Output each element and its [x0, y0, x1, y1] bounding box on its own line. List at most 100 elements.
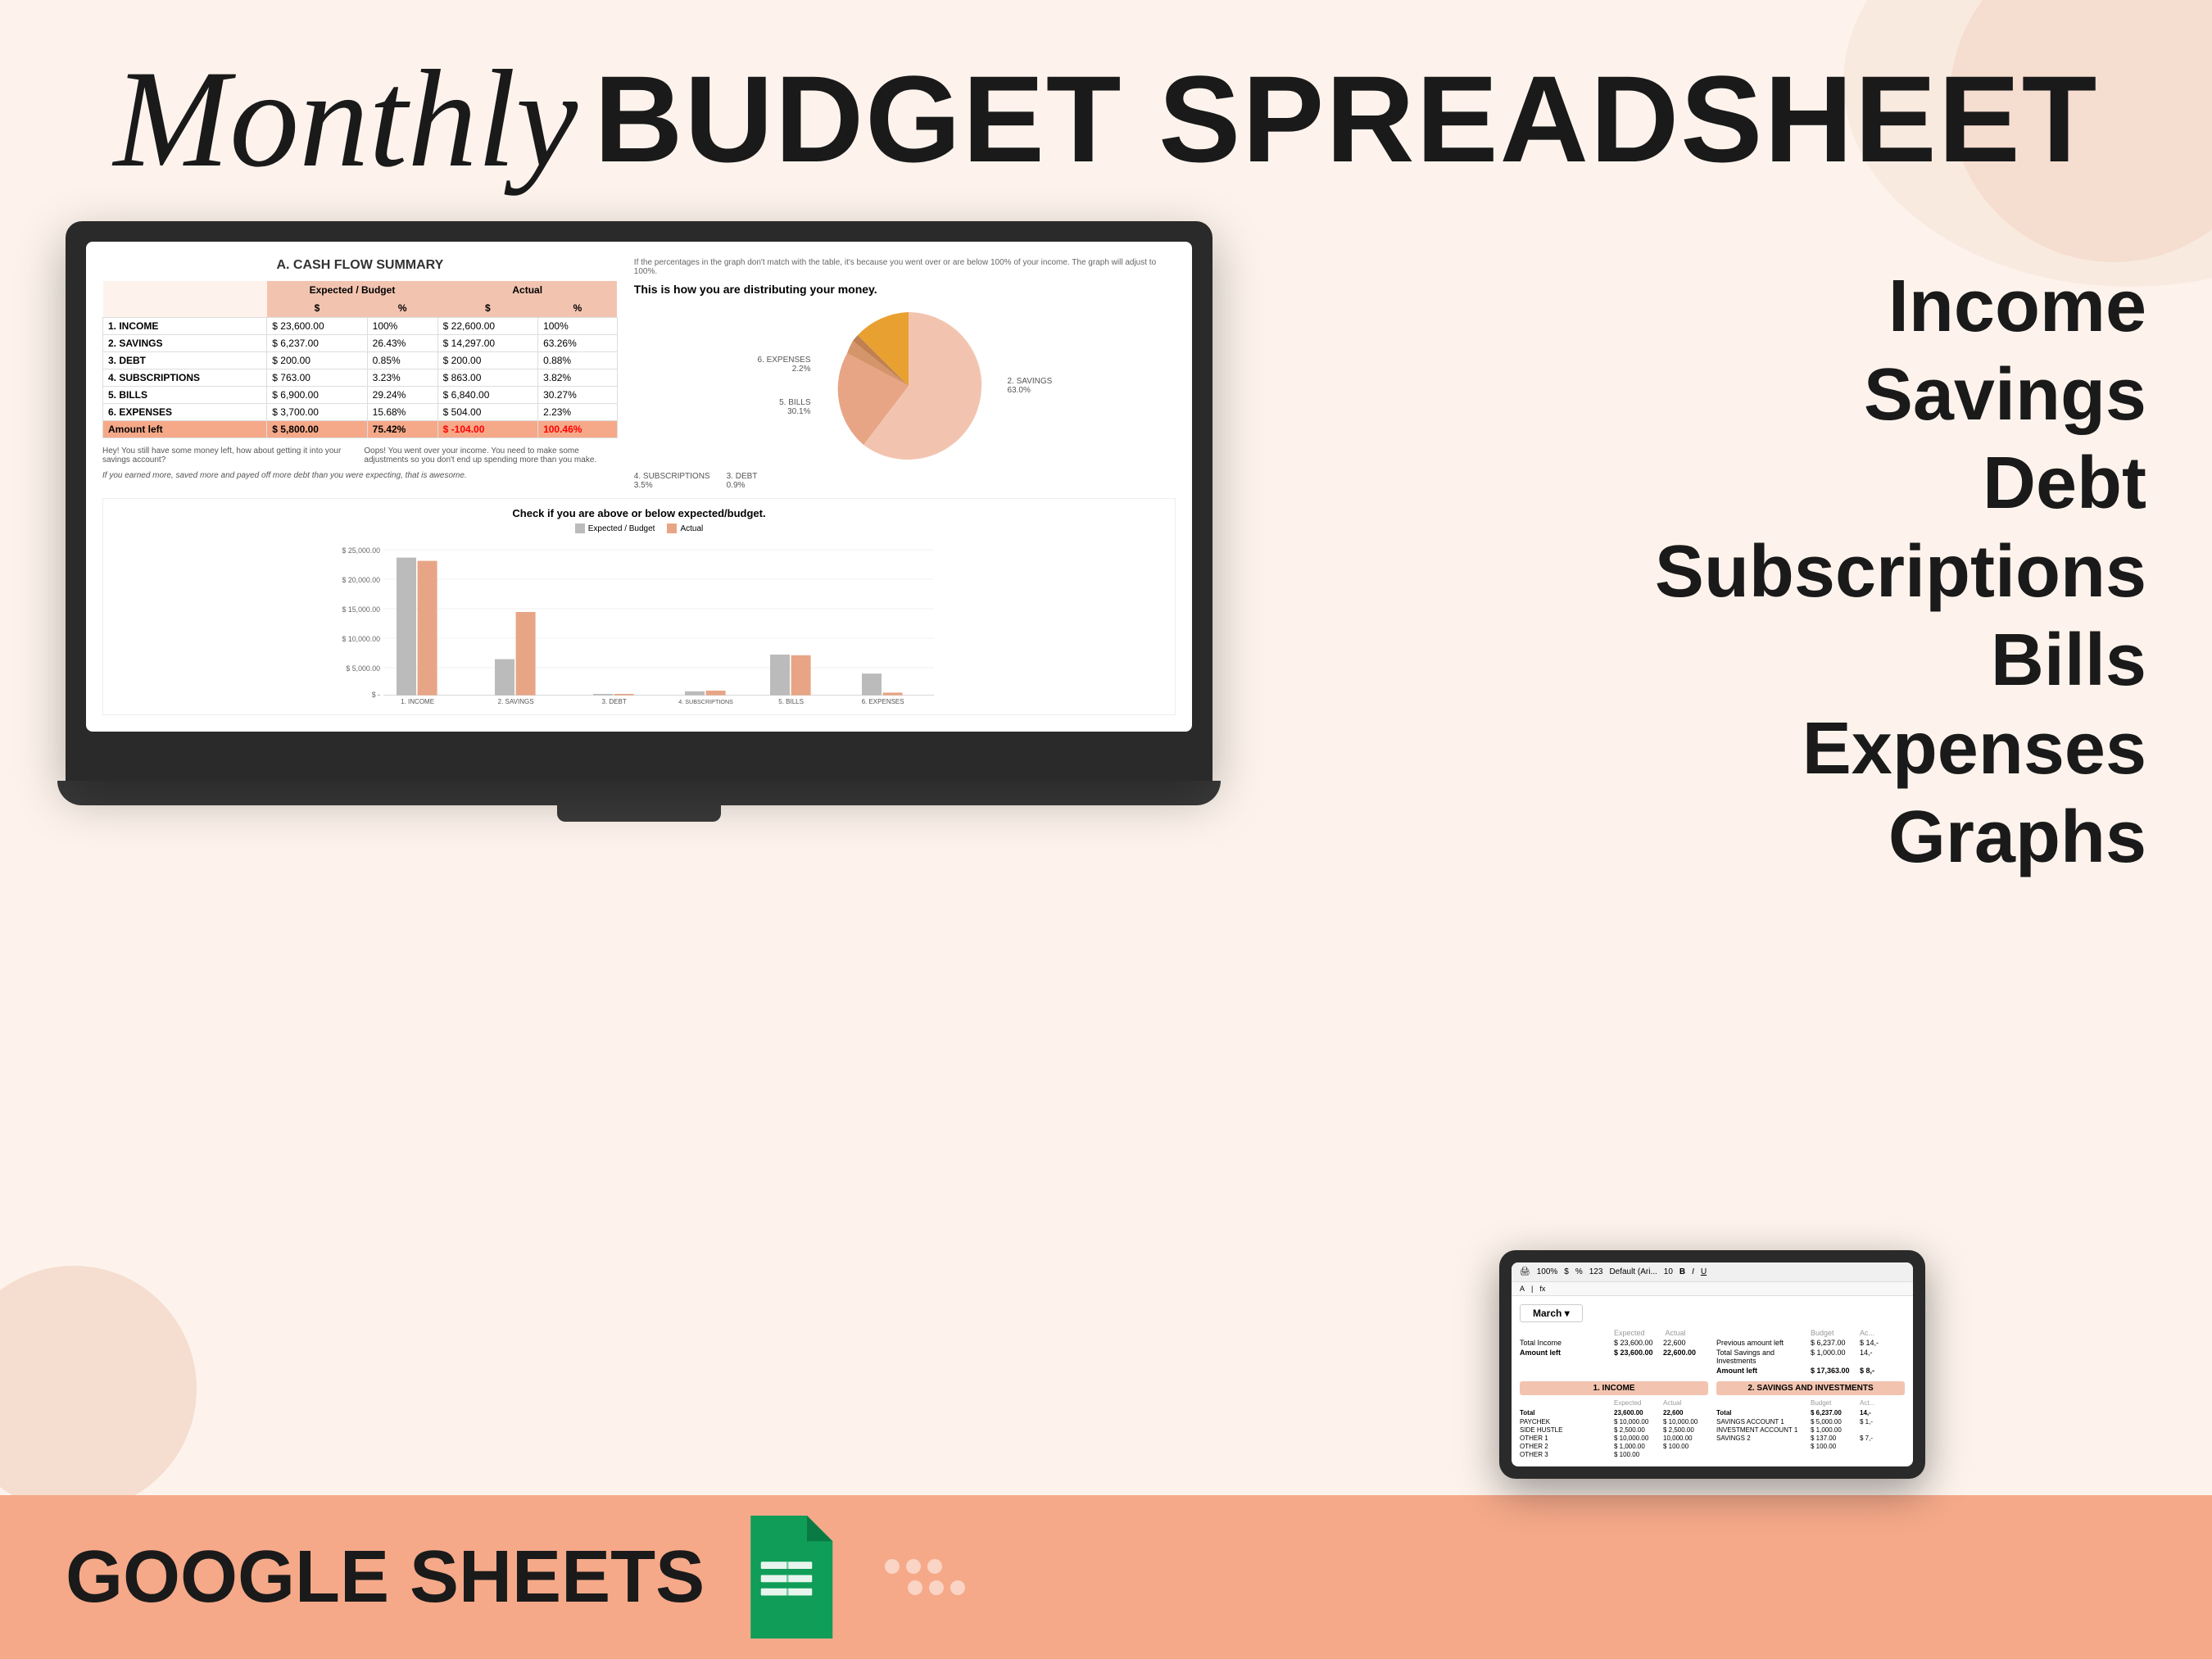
savings-exp-val: $ 6,237.00 — [267, 335, 367, 352]
pie-label-debt-bottom: 3. DEBT0.9% — [727, 472, 758, 490]
summary-right-headers: Budget Ac... — [1716, 1329, 1905, 1337]
gs-fold — [807, 1516, 832, 1541]
toolbar-zoom: 100% — [1537, 1267, 1558, 1276]
subs-exp-val: $ 763.00 — [267, 369, 367, 387]
income-row-other1: OTHER 1 $ 10,000.00 10,000.00 — [1520, 1435, 1708, 1442]
table-row: 5. BILLS $ 6,900.00 29.24% $ 6,840.00 30… — [103, 387, 618, 404]
cf-sub-dollar-exp: $ — [267, 299, 367, 318]
bar-chart-legend: Expected / Budget Actual — [111, 524, 1167, 533]
amount-left-tablet-exp: $ 23,600.00 — [1614, 1349, 1659, 1357]
header: Monthly BUDGET SPREADSHEET — [0, 0, 2212, 205]
income-col-headers: Expected Actual — [1520, 1399, 1708, 1407]
dot-4 — [908, 1580, 922, 1595]
expenses-act-val: $ 504.00 — [437, 404, 537, 421]
savings-total-budget: $ 6,237.00 — [1811, 1409, 1856, 1416]
savings-4-budget: $ 100.00 — [1811, 1443, 1856, 1450]
bar-expenses-exp — [862, 673, 882, 695]
income-other2-exp: $ 1,000.00 — [1614, 1443, 1659, 1450]
legend-box-actual — [667, 524, 677, 533]
ic-label — [1520, 1399, 1610, 1407]
sr-act: Ac... — [1860, 1329, 1905, 1337]
gs-col-divider — [786, 1562, 789, 1595]
summary-headers: Expected Actual — [1520, 1329, 1708, 1337]
bar-chart-svg: $ 25,000.00 $ 20,000.00 $ 15,000.00 $ 10… — [111, 540, 1167, 704]
pie-chart-svg — [827, 304, 990, 468]
tablet-mockup: 🖨 100% $ % 123 Default (Ari... 10 B I U … — [1499, 1250, 1925, 1479]
summary-left: Expected Actual Total Income $ 23,600.00… — [1520, 1329, 1708, 1375]
bills-exp-val: $ 6,900.00 — [267, 387, 367, 404]
savings-row-3: SAVINGS 2 $ 137.00 $ 7,- — [1716, 1435, 1905, 1442]
bar-expenses-act — [883, 692, 903, 695]
savings-act-val: $ 14,297.00 — [437, 335, 537, 352]
savings-section: 2. SAVINGS AND INVESTMENTS Budget Act...… — [1716, 1381, 1905, 1458]
income-other3-exp: $ 100.00 — [1614, 1451, 1659, 1458]
amount-left-right-budget: $ 17,363.00 — [1811, 1367, 1856, 1375]
income-side-exp: $ 2,500.00 — [1614, 1426, 1659, 1434]
table-row: 4. SUBSCRIPTIONS $ 763.00 3.23% $ 863.00… — [103, 369, 618, 387]
cash-flow-section: A. CASH FLOW SUMMARY Expected / Budget A… — [102, 258, 1176, 490]
toolbar-size: 10 — [1664, 1267, 1673, 1276]
summary-row: Expected Actual Total Income $ 23,600.00… — [1520, 1329, 1905, 1375]
summary-header-expected: Expected — [1614, 1329, 1657, 1337]
cf-sub-dollar-act: $ — [437, 299, 537, 318]
toolbar-font: Default (Ari... — [1609, 1267, 1657, 1276]
formula-bar-fx: fx — [1539, 1285, 1545, 1293]
savings-row-1: SAVINGS ACCOUNT 1 $ 5,000.00 $ 1,- — [1716, 1418, 1905, 1426]
bar-label-debt: 3. DEBT — [601, 698, 626, 704]
legend-actual: Actual — [667, 524, 703, 533]
pie-label-bills: 5. BILLS30.1% — [757, 398, 810, 416]
income-other3-label: OTHER 3 — [1520, 1451, 1610, 1458]
dot-1 — [885, 1559, 900, 1574]
prev-amount-label: Previous amount left — [1716, 1339, 1806, 1347]
formula-bar: A | fx — [1512, 1282, 1913, 1296]
feature-bills: Bills — [1655, 616, 2146, 705]
google-sheets-icon — [737, 1516, 836, 1639]
income-other2-label: OTHER 2 — [1520, 1443, 1610, 1450]
savings-exp-pct: 26.43% — [367, 335, 437, 352]
spreadsheet-content: A. CASH FLOW SUMMARY Expected / Budget A… — [86, 242, 1192, 732]
pie-labels-right: 2. SAVINGS63.0% — [1007, 360, 1052, 411]
bar-debt-act — [614, 694, 634, 696]
summary-header-actual: Actual — [1666, 1329, 1709, 1337]
income-act-val: $ 22,600.00 — [437, 318, 537, 335]
expenses-exp-val: $ 3,700.00 — [267, 404, 367, 421]
debt-exp-val: $ 200.00 — [267, 352, 367, 369]
savings-3-label: SAVINGS 2 — [1716, 1435, 1806, 1442]
sc-act: Act... — [1860, 1399, 1905, 1407]
income-other1-act: 10,000.00 — [1663, 1435, 1708, 1442]
pie-note: If the percentages in the graph don't ma… — [634, 258, 1176, 276]
total-income-label: Total Income — [1520, 1339, 1610, 1347]
subs-act-val: $ 863.00 — [437, 369, 537, 387]
table-row: 3. DEBT $ 200.00 0.85% $ 200.00 0.88% — [103, 352, 618, 369]
bills-exp-pct: 29.24% — [367, 387, 437, 404]
pie-wrapper: 6. EXPENSES2.2% 5. BILLS30.1% — [634, 304, 1176, 468]
notes-section: Hey! You still have some money left, how… — [102, 446, 618, 465]
total-savings-label: Total Savings and Investments — [1716, 1349, 1806, 1365]
sc-label — [1716, 1399, 1806, 1407]
amount-left-tablet-act: 22,600.00 — [1663, 1349, 1708, 1357]
table-row: 1. INCOME $ 23,600.00 100% $ 22,600.00 1… — [103, 318, 618, 335]
pie-title: This is how you are distributing your mo… — [634, 283, 1176, 296]
bar-debt-exp — [593, 694, 613, 696]
tablet-body: 🖨 100% $ % 123 Default (Ari... 10 B I U … — [1499, 1250, 1925, 1479]
amount-left-right-act: $ 8,- — [1860, 1367, 1905, 1375]
savings-4-act — [1860, 1443, 1905, 1450]
bills-act-pct: 30.27% — [538, 387, 618, 404]
y-label-20000: $ 20,000.00 — [342, 576, 381, 584]
savings-total-label: Total — [1716, 1409, 1806, 1416]
income-other2-act: $ 100.00 — [1663, 1443, 1708, 1450]
amount-left-exp-pct: 75.42% — [367, 421, 437, 438]
toolbar-print-icon: 🖨 — [1520, 1267, 1530, 1276]
total-income-exp: $ 23,600.00 — [1614, 1339, 1659, 1347]
row-label-income: 1. INCOME — [103, 318, 267, 335]
bar-bills-exp — [770, 655, 790, 696]
savings-4-label — [1716, 1443, 1806, 1450]
ic-expected: Expected — [1614, 1399, 1659, 1407]
sr-budget: Budget — [1811, 1329, 1856, 1337]
month-dropdown[interactable]: March ▾ — [1520, 1304, 1583, 1322]
decorative-dots — [885, 1559, 965, 1595]
income-other1-label: OTHER 1 — [1520, 1435, 1610, 1442]
bar-savings-exp — [495, 660, 514, 696]
savings-row-4: $ 100.00 — [1716, 1443, 1905, 1450]
dot-3 — [927, 1559, 942, 1574]
